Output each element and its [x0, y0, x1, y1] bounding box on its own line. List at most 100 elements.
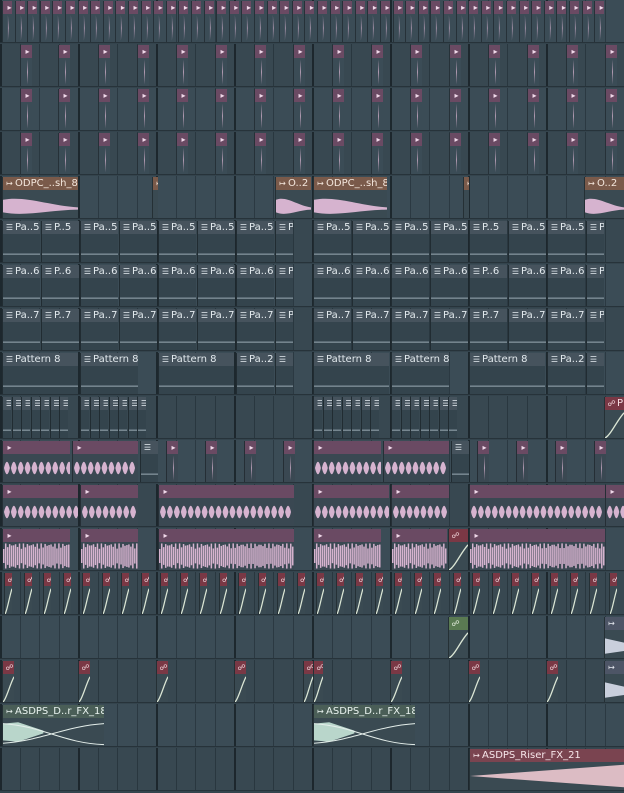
- clip-header[interactable]: ☰ Pattern 8: [81, 353, 138, 366]
- playlist-clip[interactable]: ☍: [78, 661, 90, 702]
- playlist-clip[interactable]: ☰: [360, 397, 370, 438]
- clip-header[interactable]: ↦: [153, 177, 158, 190]
- clip-header[interactable]: ☰Pa..7: [198, 309, 235, 322]
- playlist-clip[interactable]: ▸: [52, 1, 63, 42]
- playlist-clip[interactable]: ▸: [566, 89, 578, 130]
- playlist-clip[interactable]: ▸: [417, 1, 428, 42]
- clip-header[interactable]: ☍: [297, 573, 305, 586]
- clip-header[interactable]: ▸: [138, 45, 149, 58]
- playlist-clip[interactable]: ▸: [65, 1, 75, 42]
- clip-header[interactable]: ☰Pa..7: [587, 309, 604, 322]
- playlist-clip[interactable]: ▸: [329, 1, 340, 42]
- clip-header[interactable]: ▸: [138, 89, 149, 102]
- clip-header[interactable]: ☍: [391, 661, 402, 674]
- clip-header[interactable]: ▸: [216, 133, 227, 146]
- playlist-clip[interactable]: ▸: [605, 45, 617, 86]
- playlist-clip[interactable]: ▸: [39, 1, 50, 42]
- playlist-clip[interactable]: ▸: [342, 1, 353, 42]
- clip-header[interactable]: ☰: [411, 397, 419, 410]
- playlist-clip[interactable]: ▸: [215, 89, 227, 130]
- clip-header[interactable]: ☍P: [605, 397, 624, 410]
- playlist-clip[interactable]: ☰ Pattern 8: [313, 353, 389, 394]
- playlist-clip[interactable]: ▸: [165, 1, 176, 42]
- playlist-clip[interactable]: ▸: [2, 441, 70, 482]
- clip-header[interactable]: ☰ P..5: [42, 221, 79, 234]
- clip-header[interactable]: ☰Pa..7: [392, 309, 429, 322]
- playlist-clip[interactable]: ☰Pa..6: [352, 265, 390, 306]
- playlist-clip[interactable]: ▸: [178, 1, 189, 42]
- clip-header[interactable]: ☰Pa..5: [237, 221, 274, 234]
- playlist-clip[interactable]: ☰Pa..6: [2, 265, 40, 306]
- playlist-clip[interactable]: ☰Pa..7: [236, 309, 274, 350]
- clip-header[interactable]: ☰: [371, 397, 379, 410]
- clip-header[interactable]: ▸: [470, 529, 605, 542]
- clip-header[interactable]: ☍: [395, 573, 402, 586]
- playlist-clip[interactable]: ☰ P..7: [41, 309, 79, 350]
- clip-header[interactable]: ▸: [318, 1, 327, 14]
- clip-header[interactable]: ☰Pa..5: [276, 221, 293, 234]
- playlist-clip[interactable]: ▸: [137, 89, 149, 130]
- clip-header[interactable]: ▸: [450, 45, 461, 58]
- clip-header[interactable]: ☰ Pattern 8: [470, 353, 545, 366]
- playlist-clip[interactable]: ☍: [257, 573, 266, 614]
- playlist-clip[interactable]: ▸: [140, 1, 151, 42]
- clip-header[interactable]: ▸: [3, 441, 70, 454]
- clip-header[interactable]: ☍: [375, 573, 383, 586]
- clip-header[interactable]: ▸: [245, 441, 256, 454]
- playlist-clip[interactable]: ▸: [449, 45, 461, 86]
- playlist-clip[interactable]: ▸: [254, 133, 266, 174]
- playlist-track[interactable]: ☍ ☍ ☍ ☍ ☍ ☍ ☍ ☍ ☍ ☍ ☍ ☍ ☍ ☍ ☍ ☍ ☍ ☍ ☍ ☍ ☍ ☍ ☍ ☍ ☍ ☍ ☍ ☍ ☍ ☍ ☍ ☍: [0, 572, 624, 615]
- playlist-clip[interactable]: ↦ ASDPS_D..r_FX_18: [2, 705, 104, 746]
- playlist-clip[interactable]: ▸: [228, 1, 239, 42]
- playlist-clip[interactable]: ▸: [72, 441, 138, 482]
- clip-header[interactable]: ▸: [141, 1, 151, 14]
- playlist-clip[interactable]: ▸: [488, 133, 500, 174]
- playlist-clip[interactable]: ☍: [448, 529, 468, 570]
- playlist-clip[interactable]: ▸: [449, 89, 461, 130]
- clip-header[interactable]: ☰Pa..7: [120, 309, 157, 322]
- playlist-clip[interactable]: ☰: [391, 397, 400, 438]
- playlist-clip[interactable]: ▸: [215, 45, 227, 86]
- playlist-track[interactable]: ☰ Pa..7 ☰ P..7 ☰ Pa..7 ☰ Pa..7 ☰ Pa..7 ☰ Pa..7 ☰ Pa..…: [0, 308, 624, 351]
- clip-header[interactable]: ▸: [372, 89, 383, 102]
- playlist-clip[interactable]: ☍: [608, 573, 617, 614]
- clip-header[interactable]: ☍: [83, 573, 90, 586]
- clip-header[interactable]: ▸: [59, 89, 70, 102]
- playlist-clip[interactable]: ▸: [410, 133, 422, 174]
- playlist-clip[interactable]: ▸: [137, 133, 149, 174]
- clip-header[interactable]: ▸: [450, 133, 461, 146]
- clip-header[interactable]: ▸: [606, 133, 617, 146]
- playlist-clip[interactable]: ▸: [518, 1, 529, 42]
- playlist-clip[interactable]: ☍: [468, 661, 480, 702]
- playlist-clip[interactable]: ▸: [293, 89, 305, 130]
- clip-header[interactable]: ▸: [384, 441, 449, 454]
- playlist-clip[interactable]: ▸: [98, 45, 110, 86]
- playlist-clip[interactable]: ☰: [410, 397, 419, 438]
- clip-header[interactable]: ▸: [517, 441, 528, 454]
- clip-header[interactable]: ▸: [418, 1, 428, 14]
- clip-header[interactable]: ☍: [469, 661, 480, 674]
- playlist-clip[interactable]: ☰Pa..6: [547, 265, 585, 306]
- clip-header[interactable]: ▸: [21, 133, 32, 146]
- clip-header[interactable]: ☰Pa..5: [392, 221, 429, 234]
- clip-header[interactable]: ☰Pa..5: [198, 221, 235, 234]
- clip-header[interactable]: ☍: [278, 573, 285, 586]
- clip-header[interactable]: ▸: [159, 485, 294, 498]
- clip-header[interactable]: ▸: [255, 133, 266, 146]
- clip-header[interactable]: ▸: [606, 485, 624, 498]
- playlist-clip[interactable]: ▸: [555, 441, 567, 482]
- clip-header[interactable]: ▸: [294, 89, 305, 102]
- clip-header[interactable]: ☍: [304, 661, 313, 674]
- clip-header[interactable]: ☍: [79, 661, 90, 674]
- clip-header[interactable]: ▸: [216, 89, 227, 102]
- clip-header[interactable]: ☰Pa..5: [314, 221, 351, 234]
- clip-header[interactable]: ▸: [392, 529, 447, 542]
- playlist-clip[interactable]: ☰Pa..5: [352, 221, 390, 262]
- clip-header[interactable]: ☰: [60, 397, 68, 410]
- playlist-clip[interactable]: ▸: [80, 529, 138, 570]
- playlist-track[interactable]: ▸ ▸ ▸ ▸ ▸ ▸ ▸ ▸ ▸ ▸ ▸ ▸ ▸ ▸ ▸ ▸: [0, 132, 624, 175]
- clip-header[interactable]: ▸: [3, 529, 70, 542]
- clip-header[interactable]: ☰Pa..5: [81, 221, 118, 234]
- playlist-clip[interactable]: ☍: [140, 573, 149, 614]
- clip-header[interactable]: ▸: [544, 1, 554, 14]
